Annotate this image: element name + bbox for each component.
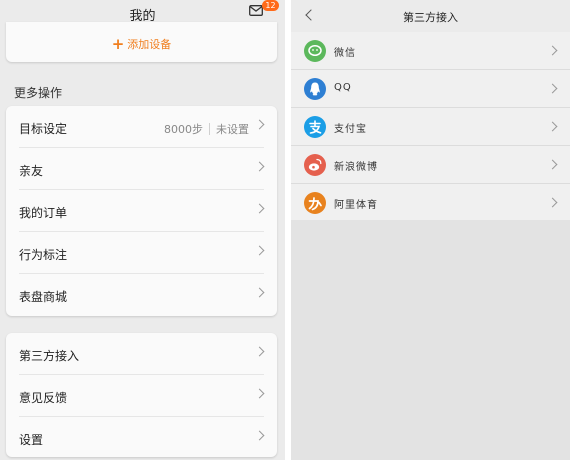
chevron-right-icon xyxy=(547,121,558,132)
list-item-label: QQ xyxy=(334,82,352,93)
add-device-button[interactable]: + 添加设备 xyxy=(6,35,277,53)
third-party-panel: 第三方接入 微信 QQ 支付宝 新浪微博 阿里体育 xyxy=(291,0,570,460)
plus-icon: + xyxy=(111,35,125,53)
goal-status: 未设置 xyxy=(216,123,249,136)
goal-value: 8000步 未设置 xyxy=(164,121,249,137)
mail-badge: 12 xyxy=(262,0,279,11)
page-title: 第三方接入 xyxy=(403,11,458,24)
more-actions-title: 更多操作 xyxy=(14,86,63,100)
row-behavior-labels[interactable]: 行为标注 xyxy=(6,232,277,274)
alipay-icon xyxy=(304,116,326,138)
list-item-weibo[interactable]: 新浪微博 xyxy=(291,146,570,184)
chevron-right-icon xyxy=(547,159,558,170)
chevron-right-icon xyxy=(547,197,558,208)
row-settings[interactable]: 设置 xyxy=(6,417,277,459)
row-third-party[interactable]: 第三方接入 xyxy=(6,333,277,375)
row-label: 设置 xyxy=(19,433,44,447)
chevron-right-icon xyxy=(254,161,265,172)
list-item-qq[interactable]: QQ xyxy=(291,70,570,108)
list-item-alipay[interactable]: 支付宝 xyxy=(291,108,570,146)
chevron-right-icon xyxy=(254,203,265,214)
row-label: 亲友 xyxy=(19,164,44,178)
row-label: 表盘商城 xyxy=(19,290,68,304)
chevron-right-icon xyxy=(547,83,558,94)
third-party-list: 微信 QQ 支付宝 新浪微博 阿里体育 xyxy=(291,32,570,220)
chevron-right-icon xyxy=(254,287,265,298)
list-item-label: 阿里体育 xyxy=(334,200,378,211)
list-item-ali-sports[interactable]: 阿里体育 xyxy=(291,184,570,222)
add-device-label: 添加设备 xyxy=(127,38,172,51)
more-actions-card: 目标设定 8000步 未设置 亲友 我的订单 行为标注 表盘商城 xyxy=(6,106,277,316)
row-my-orders[interactable]: 我的订单 xyxy=(6,190,277,232)
list-item-label: 微信 xyxy=(334,48,356,59)
row-label: 行为标注 xyxy=(19,248,68,262)
row-goal-setting[interactable]: 目标设定 8000步 未设置 xyxy=(6,106,277,148)
row-label: 第三方接入 xyxy=(19,349,80,363)
row-feedback[interactable]: 意见反馈 xyxy=(6,375,277,417)
other-actions-card: 第三方接入 意见反馈 设置 xyxy=(6,333,277,457)
divider xyxy=(209,123,210,135)
wechat-icon xyxy=(304,40,326,62)
row-label: 意见反馈 xyxy=(19,391,68,405)
row-label: 我的订单 xyxy=(19,206,68,220)
chevron-right-icon xyxy=(254,388,265,399)
right-header: 第三方接入 xyxy=(291,0,570,32)
mail-icon[interactable] xyxy=(249,5,263,16)
list-item-label: 支付宝 xyxy=(334,124,367,135)
chevron-right-icon xyxy=(547,45,558,56)
add-device-card: + 添加设备 xyxy=(6,22,277,62)
list-item-wechat[interactable]: 微信 xyxy=(291,32,570,70)
chevron-right-icon xyxy=(254,245,265,256)
row-label: 目标设定 xyxy=(19,122,68,136)
row-friends[interactable]: 亲友 xyxy=(6,148,277,190)
goal-steps: 8000步 xyxy=(164,123,203,136)
chevron-right-icon xyxy=(254,346,265,357)
row-watchface-store[interactable]: 表盘商城 xyxy=(6,274,277,316)
qq-icon xyxy=(304,78,326,100)
list-item-label: 新浪微博 xyxy=(334,162,378,173)
weibo-icon xyxy=(304,154,326,176)
my-page-panel: 我的 12 +添加设备 更多操作 目标设定 8000步未设置 亲友 我的订单 xyxy=(0,0,285,460)
chevron-right-icon xyxy=(254,430,265,441)
ali-sports-icon xyxy=(304,192,326,214)
chevron-right-icon xyxy=(254,119,265,130)
